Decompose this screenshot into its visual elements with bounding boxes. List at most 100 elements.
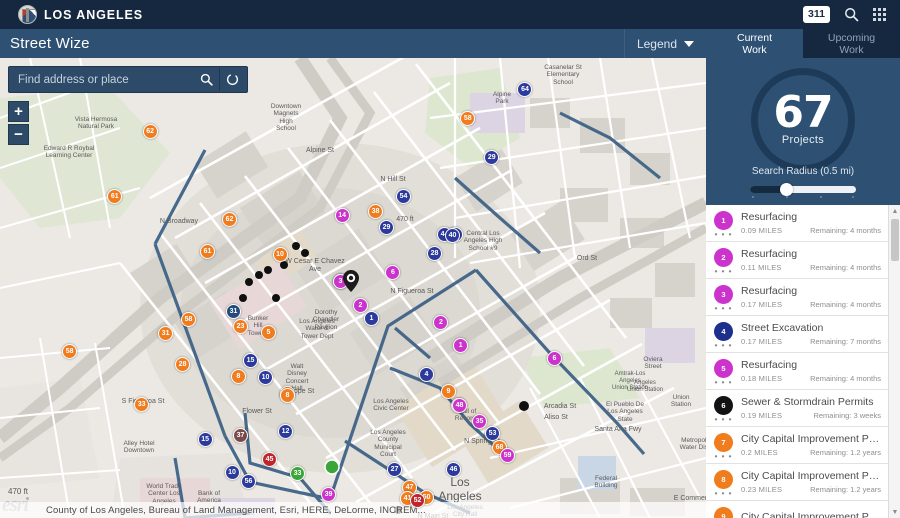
project-list-item[interactable]: 8• • •City Capital Improvement Projects0…: [706, 464, 888, 501]
map-marker[interactable]: 56: [241, 474, 256, 489]
project-badge[interactable]: 5• • •: [714, 359, 733, 378]
project-text: City Capital Improvement Projects: [741, 511, 881, 518]
map-marker[interactable]: 61: [200, 244, 215, 259]
map-marker[interactable]: 37: [233, 428, 248, 443]
ellipsis-icon[interactable]: • • •: [715, 379, 733, 387]
map-marker[interactable]: 14: [335, 208, 350, 223]
magnifier-icon[interactable]: [193, 73, 219, 86]
project-badge[interactable]: 6• • •: [714, 396, 733, 415]
map-marker[interactable]: 12: [278, 424, 293, 439]
map-marker[interactable]: 38: [368, 204, 383, 219]
project-list-item[interactable]: 2• • •Resurfacing0.11 MILESRemaining: 4 …: [706, 242, 888, 279]
map-marker[interactable]: 33: [134, 397, 149, 412]
project-name: City Capital Improvement Projects: [741, 433, 881, 446]
map-marker[interactable]: 10: [273, 247, 288, 262]
ellipsis-icon[interactable]: • • •: [715, 268, 733, 276]
map-marker[interactable]: 10: [225, 465, 240, 480]
map-marker[interactable]: 28: [427, 246, 442, 261]
search-icon[interactable]: [844, 7, 859, 22]
map-marker[interactable]: 59: [500, 448, 515, 463]
map-marker[interactable]: 4: [419, 367, 434, 382]
map-marker[interactable]: 28: [175, 357, 190, 372]
caret-down-icon[interactable]: ▼: [889, 506, 900, 518]
search-input[interactable]: [11, 69, 193, 90]
scrollbar-thumb[interactable]: [891, 219, 899, 261]
badge-311[interactable]: 311: [803, 6, 830, 22]
map-marker[interactable]: 29: [484, 150, 499, 165]
map-marker[interactable]: 1: [364, 311, 379, 326]
map-marker[interactable]: 40: [445, 228, 460, 243]
map-marker[interactable]: 53: [485, 426, 500, 441]
map-marker[interactable]: 6: [547, 351, 562, 366]
sub-header-bar: Street Wize Legend: [0, 29, 706, 58]
map-marker[interactable]: 31: [158, 326, 173, 341]
map-marker[interactable]: 9: [441, 384, 456, 399]
zoom-in-button[interactable]: +: [8, 101, 29, 122]
project-name: Sewer & Stormdrain Permits: [741, 396, 881, 409]
project-list-item[interactable]: 1• • •Resurfacing0.09 MILESRemaining: 4 …: [706, 205, 888, 242]
project-badge[interactable]: 7• • •: [714, 433, 733, 452]
map-marker[interactable]: 23: [233, 319, 248, 334]
map-marker[interactable]: 15: [198, 432, 213, 447]
map-canvas[interactable]: 470 ft Edward R Roybal Learning CenterVi…: [0, 58, 706, 518]
project-badge[interactable]: 8• • •: [714, 470, 733, 489]
map-marker[interactable]: 15: [243, 353, 258, 368]
brand[interactable]: LOS ANGELES: [0, 5, 143, 24]
map-marker[interactable]: 5: [261, 325, 276, 340]
map-marker[interactable]: 35: [472, 414, 487, 429]
ellipsis-icon[interactable]: • • •: [715, 490, 733, 498]
map-marker[interactable]: 1: [453, 338, 468, 353]
tab-current-work-line2: Work: [742, 44, 766, 56]
map-marker[interactable]: 62: [143, 124, 158, 139]
legend-button[interactable]: Legend: [624, 29, 706, 58]
locate-circle-icon[interactable]: [219, 68, 245, 91]
map-marker[interactable]: 29: [379, 220, 394, 235]
map-marker[interactable]: 33: [290, 466, 305, 481]
project-list-item[interactable]: 4• • •Street Excavation0.17 MILESRemaini…: [706, 316, 888, 353]
map-marker[interactable]: 8: [280, 388, 295, 403]
map-marker[interactable]: 58: [62, 344, 77, 359]
map-marker[interactable]: 2: [353, 298, 368, 313]
slider-thumb[interactable]: [780, 183, 793, 196]
zoom-out-button[interactable]: −: [8, 124, 29, 145]
project-text: Resurfacing0.17 MILESRemaining: 4 months: [741, 285, 881, 310]
project-badge[interactable]: 9• • •: [714, 507, 733, 518]
map-marker[interactable]: 45: [262, 452, 277, 467]
map-marker[interactable]: 39: [321, 487, 336, 502]
location-pin-icon[interactable]: [343, 270, 359, 292]
project-list-item[interactable]: 6• • •Sewer & Stormdrain Permits0.19 MIL…: [706, 390, 888, 427]
project-list-item[interactable]: 7• • •City Capital Improvement Projects0…: [706, 427, 888, 464]
project-list-scrollbar[interactable]: ▲ ▼: [888, 205, 900, 518]
map-marker[interactable]: 46: [446, 462, 461, 477]
project-list-item[interactable]: 3• • • Resurfacing0.17 MILESRemaining: 4 …: [706, 279, 888, 316]
project-count-ring: 67 Projects: [751, 68, 855, 172]
project-remaining: Remaining: 4 months: [810, 300, 881, 309]
map-marker[interactable]: 58: [181, 312, 196, 327]
ellipsis-icon[interactable]: • • •: [715, 342, 733, 350]
ellipsis-icon[interactable]: • • •: [715, 305, 733, 313]
map-marker[interactable]: 48: [452, 398, 467, 413]
tab-current-work[interactable]: Current Work: [706, 29, 803, 58]
zoom-controls: + −: [8, 101, 29, 147]
map-marker[interactable]: 62: [222, 212, 237, 227]
map-marker[interactable]: 31: [226, 304, 241, 319]
map-marker[interactable]: 54: [396, 189, 411, 204]
project-badge[interactable]: 2• • •: [714, 248, 733, 267]
project-badge[interactable]: 3• • •: [714, 285, 733, 304]
apps-grid-icon[interactable]: [873, 8, 886, 21]
project-badge[interactable]: 1• • •: [714, 211, 733, 230]
ellipsis-icon[interactable]: • • •: [715, 453, 733, 461]
project-list-item[interactable]: 9• • • City Capital Improvement Projects: [706, 501, 888, 518]
caret-up-icon[interactable]: ▲: [889, 205, 900, 217]
ellipsis-icon[interactable]: • • •: [715, 416, 733, 424]
project-badge[interactable]: 4• • •: [714, 322, 733, 341]
search-box[interactable]: [8, 66, 248, 93]
map-marker[interactable]: 10: [258, 370, 273, 385]
ellipsis-icon[interactable]: • • •: [715, 231, 733, 239]
project-list-item[interactable]: 5• • •Resurfacing0.18 MILESRemaining: 4 …: [706, 353, 888, 390]
map-marker[interactable]: 52: [410, 493, 425, 508]
tab-upcoming-work[interactable]: Upcoming Work: [803, 29, 900, 58]
project-list[interactable]: 1• • •Resurfacing0.09 MILESRemaining: 4 …: [706, 205, 900, 518]
map-marker[interactable]: 27: [387, 462, 402, 477]
search-radius-slider[interactable]: [750, 186, 856, 193]
